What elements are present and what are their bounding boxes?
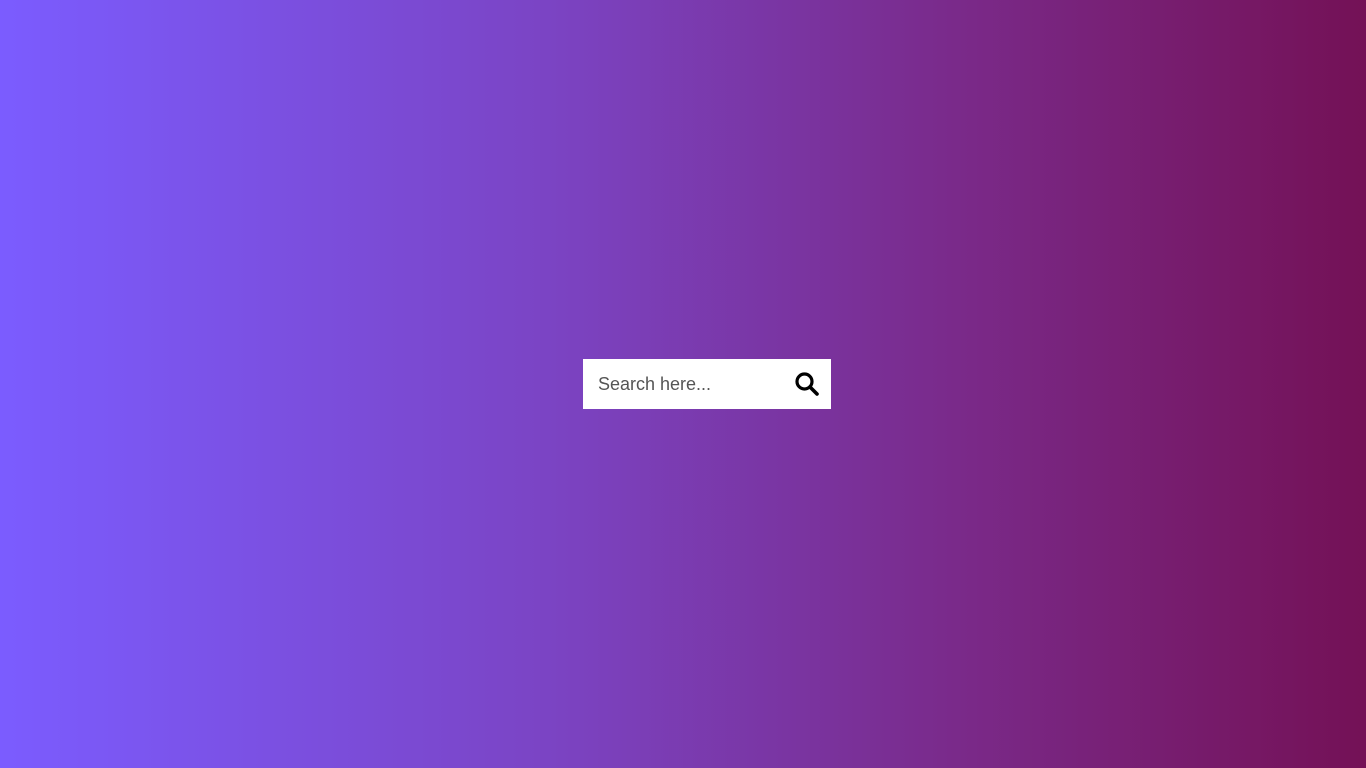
search-button[interactable] xyxy=(783,359,831,409)
search-icon xyxy=(794,371,820,397)
search-box xyxy=(583,359,831,409)
search-input[interactable] xyxy=(583,359,783,409)
